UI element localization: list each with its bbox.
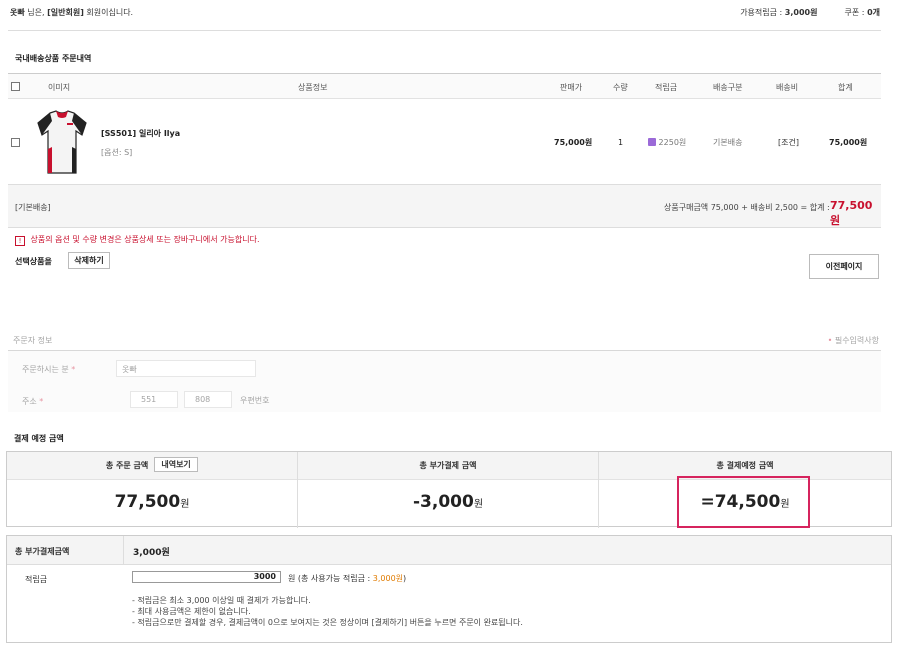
item-checkbox[interactable] bbox=[11, 138, 20, 147]
order-subtotal-row: [기본배송] 상품구매금액 75,000 + 배송비 2,500 = 합계 : … bbox=[8, 185, 881, 228]
product-ship-fee: [조건] bbox=[778, 138, 799, 147]
table-row: [SS501] 일리아 Ilya [옵션: S] 75,000원 1 2250원… bbox=[8, 99, 881, 185]
subtotal-total: 77,500원 bbox=[830, 199, 873, 227]
zip-input-2[interactable]: 808 bbox=[184, 391, 232, 408]
member-info-bar: 옷빠 님은, [일반회원] 회원이십니다. 가용적립금 : 3,000원 쿠폰 … bbox=[10, 7, 880, 21]
zip-input-1[interactable]: 551 bbox=[130, 391, 178, 408]
product-price: 75,000원 bbox=[554, 138, 593, 147]
points-label: 가용적립금 : bbox=[740, 8, 785, 17]
product-total: 75,000원 bbox=[829, 138, 868, 147]
required-note-text: 필수입력사항 bbox=[834, 336, 879, 345]
orderer-name-label-text: 주문하시는 분 bbox=[22, 365, 69, 374]
option-notice-text: 상품의 옵션 및 수량 변경은 상품상세 또는 장바구니에서 가능합니다. bbox=[30, 235, 260, 244]
order-total-unit: 원 bbox=[180, 499, 190, 510]
delete-selected-button[interactable]: 삭제하기 bbox=[68, 252, 110, 269]
greeting-end: 회원이십니다. bbox=[83, 8, 134, 17]
header-qty: 수량 bbox=[613, 83, 628, 92]
member-level: [일반회원] bbox=[47, 8, 84, 17]
greeting-mid: 님은, bbox=[24, 8, 48, 17]
jersey-product-image[interactable] bbox=[36, 109, 88, 175]
coupon-label: 쿠폰 : bbox=[844, 8, 868, 17]
extra-total-label: 총 부가결제 금액 bbox=[298, 452, 598, 480]
extra-total-column: 총 부가결제 금액 -3,000원 bbox=[298, 452, 599, 528]
points-hint-post: ) bbox=[403, 574, 407, 583]
orderer-name-input[interactable]: 옷빠 bbox=[116, 360, 256, 377]
address-label: 주소 * bbox=[22, 397, 44, 406]
points-note: - 최대 사용금액은 제한이 없습니다. bbox=[132, 607, 251, 616]
user-name: 옷빠 bbox=[10, 8, 25, 17]
extra-payment-label: 총 부가결제금액 bbox=[15, 547, 70, 556]
order-total-column: 총 주문 금액 내역보기 77,500원 bbox=[7, 452, 298, 528]
orderer-info-section: 주문자 정보 • 필수입력사항 주문하시는 분 * 옷빠 주소 * 551 80… bbox=[8, 330, 881, 412]
order-table-header: 이미지 상품정보 판매가 수량 적립금 배송구분 배송비 합계 bbox=[8, 73, 881, 99]
selected-items-label: 선택상품을 bbox=[15, 257, 52, 266]
alert-icon: ! bbox=[15, 236, 25, 246]
points-note: - 적립금으로만 결제할 경우, 결제금액이 0으로 보여지는 것은 정상이며 … bbox=[132, 618, 523, 627]
points-note: - 적립금은 최소 3,000 이상일 때 결제가 가능합니다. bbox=[132, 596, 311, 605]
order-total-value: 77,500원 bbox=[7, 492, 297, 512]
order-total-header: 총 주문 금액 내역보기 bbox=[7, 452, 297, 480]
points-hint-value: 3,000원 bbox=[372, 574, 404, 583]
subtotal-summary: 상품구매금액 75,000 + 배송비 2,500 = 합계 : bbox=[664, 203, 830, 212]
header-ship-fee: 배송비 bbox=[776, 83, 799, 92]
header-price: 판매가 bbox=[560, 83, 583, 92]
order-total-amount: 77,500 bbox=[114, 492, 181, 512]
orderer-form: 주문하시는 분 * 옷빠 주소 * 551 808 우편번호 bbox=[8, 350, 881, 412]
select-all-checkbox[interactable] bbox=[11, 82, 20, 91]
header-image: 이미지 bbox=[48, 83, 71, 92]
order-total-label: 총 주문 금액 bbox=[105, 461, 149, 470]
points-value: 3,000원 bbox=[784, 8, 818, 17]
points-hint-pre: 원 (총 사용가능 적립금 : bbox=[288, 574, 373, 583]
prev-page-button[interactable]: 이전페이지 bbox=[809, 254, 879, 279]
points-icon bbox=[648, 138, 656, 146]
header-total: 합계 bbox=[838, 83, 853, 92]
divider bbox=[8, 30, 881, 31]
member-greeting: 옷빠 님은, [일반회원] 회원이십니다. bbox=[10, 7, 133, 18]
address-label-text: 주소 bbox=[22, 397, 37, 406]
points-use-label: 적립금 bbox=[25, 575, 48, 584]
divider bbox=[123, 536, 124, 565]
header-points: 적립금 bbox=[655, 83, 678, 92]
points-use-input[interactable]: 3000 bbox=[132, 571, 281, 583]
header-ship-type: 배송구분 bbox=[713, 83, 743, 92]
points-use-hint: 원 (총 사용가능 적립금 : 3,000원) bbox=[288, 573, 406, 584]
extra-payment-header: 총 부가결제금액 3,000원 bbox=[7, 536, 891, 565]
member-benefits: 가용적립금 : 3,000원 쿠폰 : 0개 bbox=[740, 7, 880, 18]
header-info: 상품정보 bbox=[298, 83, 328, 92]
orderer-name-label: 주문하시는 분 * bbox=[22, 365, 76, 374]
extra-total-value: -3,000원 bbox=[298, 492, 598, 512]
product-qty: 1 bbox=[618, 138, 624, 147]
option-notice: ! 상품의 옵션 및 수량 변경은 상품상세 또는 장바구니에서 가능합니다. bbox=[15, 234, 260, 246]
required-note: • 필수입력사항 bbox=[827, 336, 879, 345]
orderer-section-title: 주문자 정보 bbox=[13, 336, 53, 345]
order-section-title: 국내배송상품 주문내역 bbox=[15, 54, 92, 63]
payment-section-title: 결제 예정 금액 bbox=[14, 434, 64, 443]
product-option: [옵션: S] bbox=[101, 148, 133, 157]
product-name-link[interactable]: [SS501] 일리아 Ilya bbox=[101, 128, 180, 139]
extra-total-amount: -3,000 bbox=[412, 492, 474, 512]
product-points-value: 2250원 bbox=[658, 138, 687, 147]
extra-total-unit: 원 bbox=[473, 499, 484, 510]
product-points: 2250원 bbox=[648, 137, 686, 148]
points-usage-notes: - 적립금은 최소 3,000 이상일 때 결제가 가능합니다. - 최대 사용… bbox=[132, 595, 523, 628]
product-ship-type: 기본배송 bbox=[713, 138, 743, 147]
extra-payment-box: 총 부가결제금액 3,000원 적립금 3000 원 (총 사용가능 적립금 :… bbox=[6, 535, 892, 643]
view-details-button[interactable]: 내역보기 bbox=[154, 457, 199, 472]
ship-group-label: [기본배송] bbox=[15, 203, 51, 212]
final-total-highlight bbox=[677, 476, 810, 528]
extra-payment-value: 3,000원 bbox=[133, 548, 170, 558]
coupon-value: 0개 bbox=[867, 8, 880, 17]
zipcode-button[interactable]: 우편번호 bbox=[240, 395, 269, 406]
